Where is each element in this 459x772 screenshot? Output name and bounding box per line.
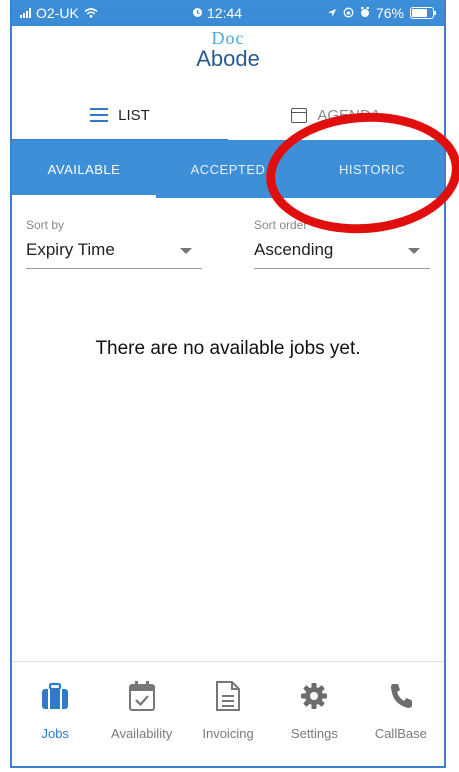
location-icon (327, 5, 337, 21)
sort-order-select[interactable]: Sort order Ascending (254, 214, 430, 269)
app-screen: O2-UK 12:44 76% Doc Abode LIST AGENDA AV… (10, 0, 446, 768)
chevron-down-icon (180, 248, 192, 254)
tab-agenda-label: AGENDA (317, 106, 381, 124)
app-logo: Doc Abode (12, 26, 444, 78)
carrier-name: O2-UK (36, 5, 79, 21)
tab-accepted[interactable]: ACCEPTED (156, 140, 300, 198)
phone-icon (388, 678, 414, 714)
nav-jobs[interactable]: Jobs (12, 662, 98, 766)
nav-availability-label: Availability (111, 726, 173, 741)
tab-agenda[interactable]: AGENDA (228, 90, 444, 140)
battery-percent: 76% (375, 5, 404, 21)
status-time: 12:44 (207, 5, 243, 21)
calendar-icon (291, 107, 308, 123)
sort-by-value: Expiry Time (26, 240, 115, 259)
job-status-tabs: AVAILABLE ACCEPTED HISTORIC (12, 140, 444, 198)
nav-callbase[interactable]: CallBase (358, 662, 444, 766)
sort-by-select[interactable]: Sort by Expiry Time (26, 214, 202, 269)
tab-historic[interactable]: HISTORIC (300, 140, 444, 198)
status-time-group: 12:44 (192, 5, 242, 21)
sort-controls: Sort by Expiry Time Sort order Ascending (26, 214, 430, 269)
empty-state-message: There are no available jobs yet. (95, 338, 361, 359)
sort-order-label: Sort order (254, 218, 308, 232)
nav-settings[interactable]: Settings (271, 662, 357, 766)
battery-icon (410, 7, 436, 19)
tab-historic-label: HISTORIC (339, 161, 405, 177)
wifi-icon (84, 5, 98, 21)
alarm-icon (192, 5, 203, 21)
lock-rotation-icon (343, 5, 354, 21)
carrier-group: O2-UK (20, 5, 98, 21)
sort-order-value: Ascending (254, 240, 334, 259)
status-right-group: 76% (327, 5, 436, 21)
calendar-check-icon (127, 678, 157, 714)
tab-available[interactable]: AVAILABLE (12, 140, 156, 198)
logo-abode-text: Abode (196, 46, 260, 71)
status-bar: O2-UK 12:44 76% (12, 0, 444, 26)
nav-availability[interactable]: Availability (98, 662, 184, 766)
alarm-clock-icon (360, 5, 370, 21)
view-toggle: LIST AGENDA (12, 90, 444, 141)
nav-settings-label: Settings (290, 726, 338, 741)
bottom-navigation: Jobs Availability Invoicing Settings Cal… (12, 661, 444, 766)
gear-icon (300, 678, 328, 714)
sort-by-label: Sort by (26, 218, 65, 232)
tab-accepted-label: ACCEPTED (190, 161, 266, 177)
tab-list[interactable]: LIST (12, 90, 228, 141)
nav-callbase-label: CallBase (374, 726, 427, 741)
nav-invoicing-label: Invoicing (202, 726, 254, 741)
nav-jobs-label: Jobs (41, 726, 69, 741)
briefcase-icon (40, 678, 70, 714)
list-icon (90, 108, 109, 122)
signal-icon (20, 8, 31, 18)
tab-available-label: AVAILABLE (47, 161, 121, 177)
nav-invoicing[interactable]: Invoicing (185, 662, 271, 766)
tab-list-label: LIST (118, 106, 150, 124)
chevron-down-icon (408, 248, 420, 254)
document-icon (215, 678, 241, 714)
